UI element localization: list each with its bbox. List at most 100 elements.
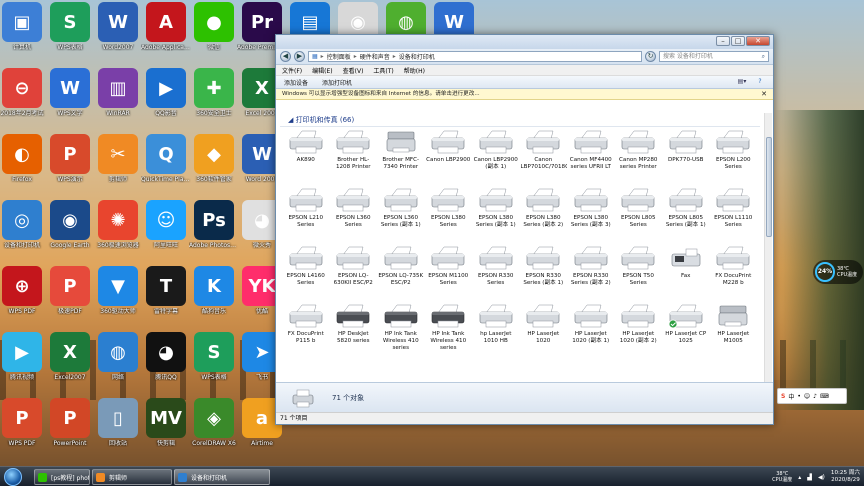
device-item[interactable]: EPSON L4160 Series (282, 245, 330, 303)
device-item[interactable]: EPSON T50 Series (615, 245, 663, 303)
desktop-icon[interactable]: ☺ 阿里旺旺 (141, 200, 191, 249)
device-item[interactable]: EPSON L805 Series (副本 1) (662, 187, 710, 245)
info-bar-close-icon[interactable]: ✕ (761, 89, 767, 100)
device-item[interactable]: AK890 (282, 129, 330, 187)
device-item[interactable]: HP Ink Tank Wireless 410 series (425, 303, 473, 361)
desktop-icon[interactable]: ◆ 360软件管家 (189, 134, 239, 183)
device-item[interactable]: EPSON M1100 Series (425, 245, 473, 303)
device-item[interactable]: Canon MF4400 series UFRII LT (567, 129, 615, 187)
device-item[interactable]: EPSON L805 Series (615, 187, 663, 245)
clock[interactable]: 10:25 周六 2020/8/29 (831, 470, 860, 484)
start-button[interactable] (4, 468, 22, 486)
window-title-bar[interactable]: – □ ✕ (276, 35, 773, 49)
info-bar[interactable]: Windows 可以显示增强型设备图标和来自 Internet 的信息。请单击进… (276, 89, 773, 100)
group-header-printers[interactable]: ◢ 打印机和传真 (66) (280, 113, 760, 127)
taskbar-button[interactable]: 设备和打印机 (174, 469, 270, 485)
desktop-icon[interactable]: S WPS表格 (189, 332, 239, 381)
device-item[interactable]: FX DocuPrint P115 b (282, 303, 330, 361)
desktop-icon[interactable]: ▼ 360驱动大师 (93, 266, 143, 315)
device-item[interactable]: HP LaserJet M1005 (710, 303, 758, 361)
address-bar[interactable]: ▦ ▸ 控制面板 ▸ 硬件和声音 ▸ 设备和打印机 (308, 51, 642, 62)
device-item[interactable]: EPSON L360 Series (副本 1) (377, 187, 425, 245)
ime-mic-icon[interactable]: ♪ (813, 393, 817, 400)
cpu-monitor-widget[interactable]: 24% 38℃ CPU温度 (813, 260, 863, 284)
device-item[interactable]: EPSON R330 Series (副本 2) (567, 245, 615, 303)
desktop-icon[interactable]: P PowerPoint (45, 398, 95, 447)
desktop-icon[interactable]: T 雷特字幕 (141, 266, 191, 315)
vertical-scrollbar[interactable] (764, 113, 772, 413)
device-item[interactable]: HP LaserJet 1020 (520, 303, 568, 361)
menu-tools[interactable]: 工具(T) (373, 66, 393, 75)
device-item[interactable]: HP DeskJet 5820 series (330, 303, 378, 361)
desktop-icon[interactable]: P WPS演示 (45, 134, 95, 183)
search-input[interactable]: 搜索 设备和打印机 ⌕ (659, 51, 769, 62)
desktop-icon[interactable]: MV 快剪辑 (141, 398, 191, 447)
device-item[interactable]: EPSON LQ-630KII ESC/P2 (330, 245, 378, 303)
device-item[interactable]: Fax (662, 245, 710, 303)
device-item[interactable]: Brother MFC-7340 Printer (377, 129, 425, 187)
ime-lang-icon[interactable]: 中 (788, 392, 794, 401)
close-button[interactable]: ✕ (746, 36, 770, 46)
device-item[interactable]: EPSON L380 Series (425, 187, 473, 245)
device-item[interactable]: EPSON L380 Series (副本 3) (567, 187, 615, 245)
device-item[interactable]: EPSON L380 Series (副本 2) (520, 187, 568, 245)
desktop-icon[interactable]: ✺ 360极速浏览器 (93, 200, 143, 249)
menu-view[interactable]: 查看(V) (343, 66, 364, 75)
desktop-icon[interactable]: A Adobe Applicati... (141, 2, 191, 51)
device-item[interactable]: Canon LBP2900 (副本 1) (472, 129, 520, 187)
desktop-icon[interactable]: P WPS PDF (0, 398, 47, 447)
minimize-button[interactable]: – (716, 36, 730, 46)
add-device-button[interactable]: 添加设备 (284, 78, 308, 87)
devices-printers-window[interactable]: – □ ✕ ◀ ▶ ▦ ▸ 控制面板 ▸ 硬件和声音 ▸ 设备和打印机 ↻ 搜索… (275, 34, 774, 425)
device-item[interactable]: Brother HL-1208 Printer (330, 129, 378, 187)
desktop-icon[interactable]: ✂ 剪辑师 (93, 134, 143, 183)
ime-toolbar[interactable]: S 中 • ☺ ♪ ⌨ (777, 388, 847, 404)
desktop-icon[interactable]: K 酷狗音乐 (189, 266, 239, 315)
device-item[interactable]: HP LaserJet 1020 (副本 1) (567, 303, 615, 361)
menu-edit[interactable]: 编辑(E) (312, 66, 332, 75)
taskbar-button[interactable]: [ps教程] phot... (34, 469, 90, 485)
menu-file[interactable]: 文件(F) (282, 66, 302, 75)
desktop-icon[interactable]: Q QuickTime Player (141, 134, 191, 183)
device-item[interactable]: EPSON LQ-735K ESC/P2 (377, 245, 425, 303)
device-item[interactable]: Canon LBP7010C/7018C (520, 129, 567, 187)
device-item[interactable]: EPSON L380 Series (副本 1) (472, 187, 520, 245)
device-item[interactable]: EPSON R330 Series (副本 1) (520, 245, 568, 303)
desktop-icon[interactable]: ◕ 腾讯QQ (141, 332, 191, 381)
desktop-icon[interactable]: Ps Adobe Photoshop (189, 200, 239, 249)
desktop-icon[interactable]: ▣ 计算机 (0, 2, 47, 51)
ime-keyboard-icon[interactable]: ⌨ (820, 393, 829, 400)
add-printer-button[interactable]: 添加打印机 (322, 78, 352, 87)
tray-chevron-icon[interactable]: ▴ (798, 474, 801, 481)
menu-help[interactable]: 帮助(H) (404, 66, 425, 75)
device-item[interactable]: Canon MP280 series Printer (615, 129, 663, 187)
desktop-icon[interactable]: ⊖ 2018年2月考试 (0, 68, 47, 117)
device-item[interactable]: HP LaserJet CP 1025 (662, 303, 710, 361)
device-item[interactable]: EPSON L210 Series (282, 187, 330, 245)
device-item[interactable]: DPK770-USB (662, 129, 710, 187)
help-icon[interactable]: ? (753, 78, 767, 87)
view-options-icon[interactable]: ▤▾ (735, 78, 749, 87)
device-item[interactable]: EPSON L200 Series (710, 129, 758, 187)
desktop-icon[interactable]: ▯ 回收站 (93, 398, 143, 447)
back-button[interactable]: ◀ (280, 51, 291, 62)
desktop-icon[interactable]: ◐ Firefox (0, 134, 47, 183)
device-item[interactable]: Canon LBP2900 (425, 129, 473, 187)
desktop-icon[interactable]: X Excel2007 (45, 332, 95, 381)
device-item[interactable]: EPSON R330 Series (472, 245, 520, 303)
desktop-icon[interactable]: ● 微信 (189, 2, 239, 51)
volume-icon[interactable]: ◀) (818, 474, 825, 481)
device-item[interactable]: FX DocuPrint M228 b (710, 245, 758, 303)
desktop-icon[interactable]: ◉ Google Earth (45, 200, 95, 249)
desktop-icon[interactable]: ◎ 设备和打印机 (0, 200, 47, 249)
desktop-icon[interactable]: ▥ WinRAR (93, 68, 143, 117)
device-item[interactable]: HP Ink Tank Wireless 410 series (377, 303, 425, 361)
desktop-icon[interactable]: ▶ QQ影音 (141, 68, 191, 117)
breadcrumb-devices-printers[interactable]: 设备和打印机 (399, 52, 435, 61)
forward-button[interactable]: ▶ (294, 51, 305, 62)
desktop-icon[interactable]: ⊕ WPS PDF (0, 266, 47, 315)
refresh-button[interactable]: ↻ (645, 51, 656, 62)
ime-punct-icon[interactable]: • (797, 393, 801, 400)
desktop-icon[interactable]: S WPS表格 (45, 2, 95, 51)
device-item[interactable]: EPSON L1110 Series (710, 187, 758, 245)
